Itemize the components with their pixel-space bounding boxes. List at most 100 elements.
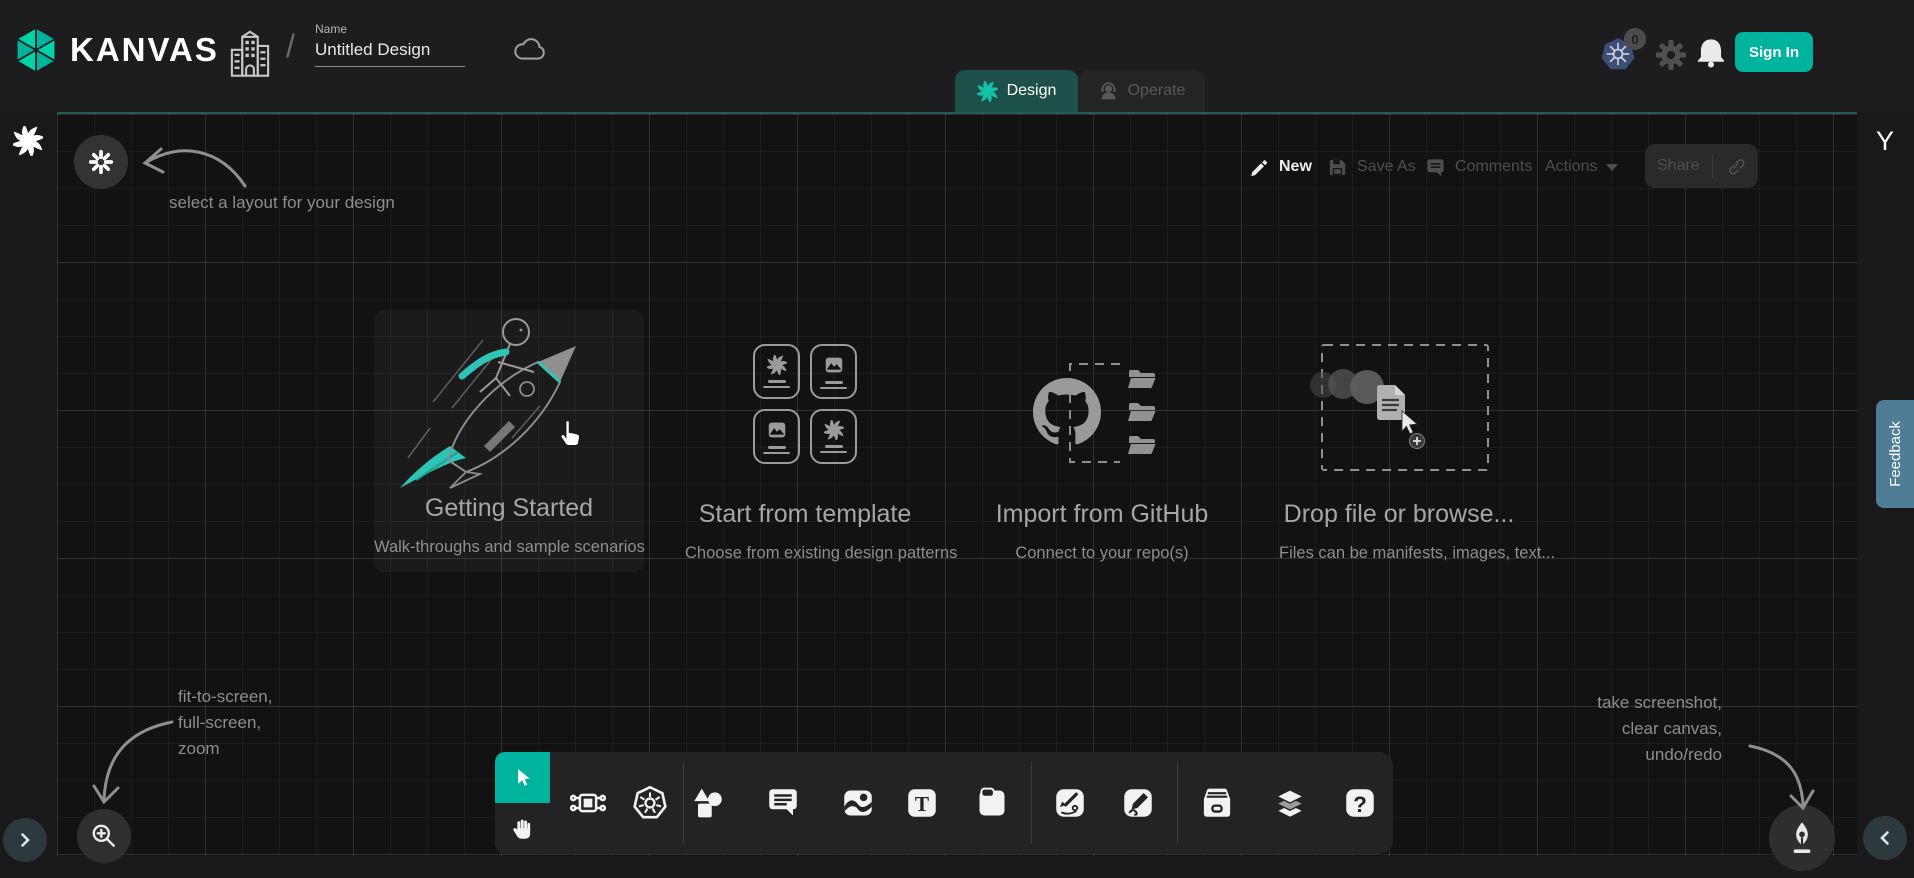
card-title: Start from template bbox=[685, 500, 925, 529]
meshery-spiral-icon[interactable] bbox=[13, 126, 43, 161]
card-import-from-github[interactable]: Import from GitHub Connect to your repo(… bbox=[982, 310, 1222, 580]
image-icon bbox=[838, 783, 878, 823]
template-tiles bbox=[753, 344, 857, 464]
drawer-tool-button[interactable] bbox=[1195, 781, 1239, 825]
github-import-illustration bbox=[982, 350, 1222, 480]
image-icon bbox=[766, 419, 788, 441]
card-subtitle: Files can be manifests, images, text... bbox=[1279, 544, 1519, 563]
cursor-tool-icon bbox=[510, 765, 536, 791]
comment-tool-button[interactable] bbox=[761, 781, 805, 825]
fountain-nib-icon bbox=[1786, 820, 1818, 856]
tab-design-label: Design bbox=[1007, 82, 1057, 100]
design-canvas[interactable]: select a layout for your design New Save… bbox=[57, 112, 1857, 856]
toolbar-divider bbox=[1177, 762, 1178, 844]
breadcrumb-separator: / bbox=[286, 28, 295, 65]
layout-hint-text: select a layout for your design bbox=[169, 190, 395, 216]
tab-operate-label: Operate bbox=[1128, 82, 1186, 100]
svg-text:T: T bbox=[915, 792, 929, 816]
design-name-field: Name bbox=[315, 22, 465, 67]
note-tool-button[interactable] bbox=[970, 781, 1014, 825]
kubernetes-tool-button[interactable] bbox=[628, 781, 672, 825]
template-tile-spiral bbox=[810, 409, 857, 464]
spiral-icon bbox=[824, 420, 844, 440]
cloud-sync-icon bbox=[512, 36, 548, 67]
brand-logo[interactable]: KANVAS bbox=[12, 26, 219, 74]
card-title: Drop file or browse... bbox=[1279, 500, 1519, 529]
layers-icon bbox=[1269, 782, 1311, 824]
expand-panel-button[interactable] bbox=[3, 818, 47, 862]
design-name-input[interactable] bbox=[315, 36, 465, 67]
card-subtitle: Walk-throughs and sample scenarios bbox=[374, 538, 644, 557]
pen-path-icon bbox=[1050, 783, 1090, 823]
app-header: KANVAS / bbox=[0, 0, 1914, 112]
layout-selector-button[interactable] bbox=[74, 135, 128, 189]
draw-pen-button[interactable] bbox=[1769, 805, 1835, 871]
bottom-toolbar: T bbox=[550, 752, 1393, 854]
pointer-hand-cursor bbox=[555, 418, 585, 450]
toolbar-divider bbox=[683, 762, 684, 844]
screenshot-hint-arrow bbox=[1745, 736, 1817, 814]
gear-icon[interactable] bbox=[1656, 40, 1686, 75]
template-tile-spiral bbox=[753, 344, 800, 399]
card-drop-file[interactable]: Drop file or browse... Files can be mani… bbox=[1279, 310, 1519, 580]
comments-label: Comments bbox=[1455, 158, 1532, 176]
layers-tool-button[interactable] bbox=[1268, 781, 1312, 825]
card-start-from-template[interactable]: Start from template Choose from existing… bbox=[685, 310, 925, 580]
sign-in-button[interactable]: Sign In bbox=[1735, 32, 1813, 72]
new-button[interactable]: New bbox=[1249, 154, 1312, 180]
kubernetes-count-badge[interactable]: 0 bbox=[1624, 28, 1646, 50]
card-title: Getting Started bbox=[374, 494, 644, 523]
kubernetes-wheel-icon bbox=[629, 782, 671, 824]
spiral-icon bbox=[767, 355, 787, 375]
zoom-hint-arrow bbox=[92, 714, 182, 809]
layout-hint-arrow bbox=[135, 136, 250, 191]
actions-dropdown[interactable]: Actions bbox=[1545, 154, 1618, 180]
pan-tool-button[interactable] bbox=[495, 803, 550, 854]
save-icon bbox=[1327, 157, 1348, 178]
sketch-pencil-icon bbox=[1118, 783, 1158, 823]
card-getting-started[interactable]: Getting Started Walk-throughs and sample… bbox=[374, 310, 644, 572]
save-as-label: Save As bbox=[1357, 158, 1416, 176]
link-icon bbox=[1726, 156, 1746, 176]
tab-design[interactable]: Design bbox=[955, 70, 1078, 112]
bell-icon[interactable] bbox=[1696, 37, 1726, 74]
building-icon[interactable] bbox=[228, 28, 272, 87]
left-edge-strip bbox=[0, 112, 57, 878]
text-icon: T bbox=[902, 783, 942, 823]
shapes-tool-button[interactable] bbox=[686, 781, 730, 825]
pen-tool-button[interactable] bbox=[1048, 781, 1092, 825]
card-subtitle: Choose from existing design patterns bbox=[685, 544, 925, 563]
svg-text:?: ? bbox=[1353, 792, 1367, 817]
feedback-tab[interactable]: Feedback bbox=[1876, 400, 1914, 508]
share-button[interactable]: Share bbox=[1645, 144, 1758, 188]
text-tool-button[interactable]: T bbox=[900, 781, 944, 825]
select-tool-button[interactable] bbox=[495, 752, 550, 803]
comments-button[interactable]: Comments bbox=[1425, 154, 1532, 180]
pencil-icon bbox=[1249, 157, 1270, 178]
image-tool-button[interactable] bbox=[836, 781, 880, 825]
tab-operate[interactable]: Operate bbox=[1078, 70, 1205, 112]
comment-icon bbox=[1425, 157, 1446, 178]
operate-headset-icon bbox=[1098, 81, 1119, 102]
component-tool-button[interactable] bbox=[566, 781, 610, 825]
zoom-button[interactable] bbox=[77, 809, 131, 863]
screenshot-hints-text: take screenshot, clear canvas, undo/redo bbox=[1512, 690, 1722, 768]
new-label: New bbox=[1279, 158, 1312, 176]
help-tool-button[interactable]: ? bbox=[1338, 781, 1382, 825]
hand-tool-icon bbox=[510, 816, 536, 842]
name-field-label: Name bbox=[315, 22, 465, 36]
card-subtitle: Connect to your repo(s) bbox=[982, 544, 1222, 563]
share-divider bbox=[1712, 154, 1713, 178]
design-spiral-icon bbox=[977, 81, 998, 102]
chevron-left-icon bbox=[1877, 830, 1893, 846]
sketch-tool-button[interactable] bbox=[1116, 781, 1160, 825]
brand-name: KANVAS bbox=[70, 31, 219, 69]
image-icon bbox=[823, 354, 845, 376]
component-chip-icon bbox=[568, 783, 608, 823]
yaml-toggle[interactable]: Y bbox=[1870, 126, 1900, 157]
layout-asterisk-icon bbox=[88, 149, 114, 175]
save-as-button[interactable]: Save As bbox=[1327, 154, 1416, 180]
collapse-panel-button[interactable] bbox=[1863, 816, 1907, 860]
help-icon: ? bbox=[1340, 783, 1380, 823]
zoom-hints-text: fit-to-screen, full-screen, zoom bbox=[178, 684, 272, 762]
